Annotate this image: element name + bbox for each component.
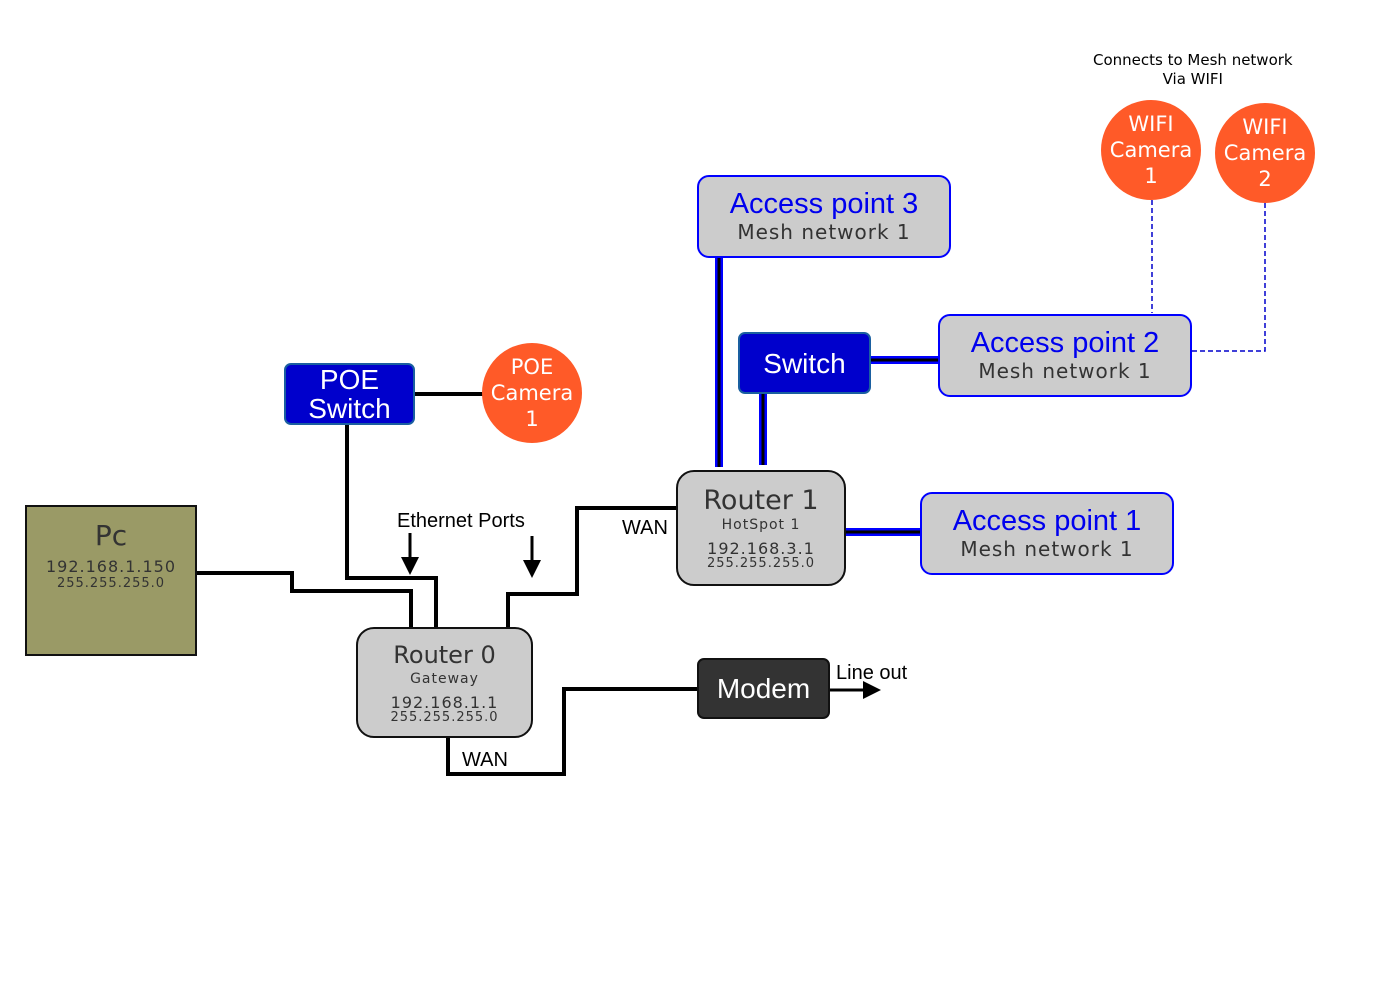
access-point-title: Access point 2 bbox=[970, 326, 1160, 359]
camera-label: WIFI bbox=[1128, 112, 1174, 136]
camera-label: Camera bbox=[490, 381, 574, 405]
line-out-label: Line out bbox=[836, 662, 908, 684]
camera-label: Camera bbox=[1109, 138, 1193, 162]
router-title: Router 0 bbox=[393, 641, 496, 669]
camera-label: 2 bbox=[1258, 167, 1272, 191]
access-point-subtitle: Mesh network 1 bbox=[737, 219, 911, 244]
router-mask: 255.255.255.0 bbox=[390, 710, 499, 725]
poe-switch-label: POE bbox=[319, 364, 380, 395]
pc-mask: 255.255.255.0 bbox=[56, 576, 166, 591]
wifi-link-camera2-ap2 bbox=[1191, 203, 1266, 352]
router-ip: 192.168.3.1 bbox=[707, 538, 815, 558]
router-ip: 192.168.1.1 bbox=[390, 693, 499, 712]
camera-label: WIFI bbox=[1242, 115, 1288, 139]
ethernet-ports-label: Ethernet Ports bbox=[397, 510, 525, 532]
link-pc-router0 bbox=[196, 571, 413, 627]
access-point-2-node[interactable]: Access point 2 Mesh network 1 bbox=[938, 314, 1192, 397]
switch-node[interactable]: Switch bbox=[738, 332, 871, 394]
access-point-subtitle: Mesh network 1 bbox=[978, 358, 1152, 383]
camera-label: POE bbox=[510, 355, 554, 379]
router-subtitle: Gateway bbox=[410, 671, 479, 687]
wifi-camera-1-node[interactable]: WIFI Camera 1 bbox=[1101, 100, 1201, 200]
router-subtitle: HotSpot 1 bbox=[721, 516, 801, 533]
wan-label-router1: WAN bbox=[622, 517, 668, 539]
router-1-node[interactable]: Router 1 HotSpot 1 192.168.3.1 255.255.2… bbox=[676, 470, 846, 586]
modem-node[interactable]: Modem bbox=[697, 658, 830, 719]
camera-label: 1 bbox=[1144, 164, 1158, 188]
router-title: Router 1 bbox=[703, 484, 819, 516]
access-point-title: Access point 1 bbox=[952, 504, 1142, 537]
router-mask: 255.255.255.0 bbox=[706, 555, 816, 571]
modem-label: Modem bbox=[716, 672, 811, 704]
poe-switch-node[interactable]: POE Switch bbox=[284, 363, 415, 425]
pc-node[interactable]: Pc 192.168.1.150 255.255.255.0 bbox=[25, 505, 197, 656]
wifi-note: Connects to Mesh network Via WIFI bbox=[1093, 51, 1293, 89]
router-0-node[interactable]: Router 0 Gateway 192.168.1.1 255.255.255… bbox=[356, 627, 533, 738]
access-point-3-node[interactable]: Access point 3 Mesh network 1 bbox=[697, 175, 951, 258]
camera-label: Camera bbox=[1223, 141, 1307, 165]
wifi-camera-2-node[interactable]: WIFI Camera 2 bbox=[1215, 103, 1315, 203]
camera-label: 1 bbox=[525, 407, 539, 431]
access-point-title: Access point 3 bbox=[729, 187, 919, 220]
access-point-subtitle: Mesh network 1 bbox=[960, 536, 1134, 561]
switch-label: Switch bbox=[763, 347, 846, 379]
access-point-1-node[interactable]: Access point 1 Mesh network 1 bbox=[920, 492, 1174, 575]
poe-switch-label: Switch bbox=[308, 393, 391, 424]
wan-label-router0: WAN bbox=[462, 749, 508, 771]
poe-camera-node[interactable]: POE Camera 1 bbox=[482, 343, 582, 443]
network-diagram: Connects to Mesh network Via WIFI Pc 192… bbox=[0, 0, 1374, 1000]
note-line: Connects to Mesh network bbox=[1093, 51, 1293, 69]
pc-ip: 192.168.1.150 bbox=[45, 557, 177, 576]
pc-title: Pc bbox=[94, 519, 128, 552]
note-line: Via WIFI bbox=[1162, 70, 1223, 88]
